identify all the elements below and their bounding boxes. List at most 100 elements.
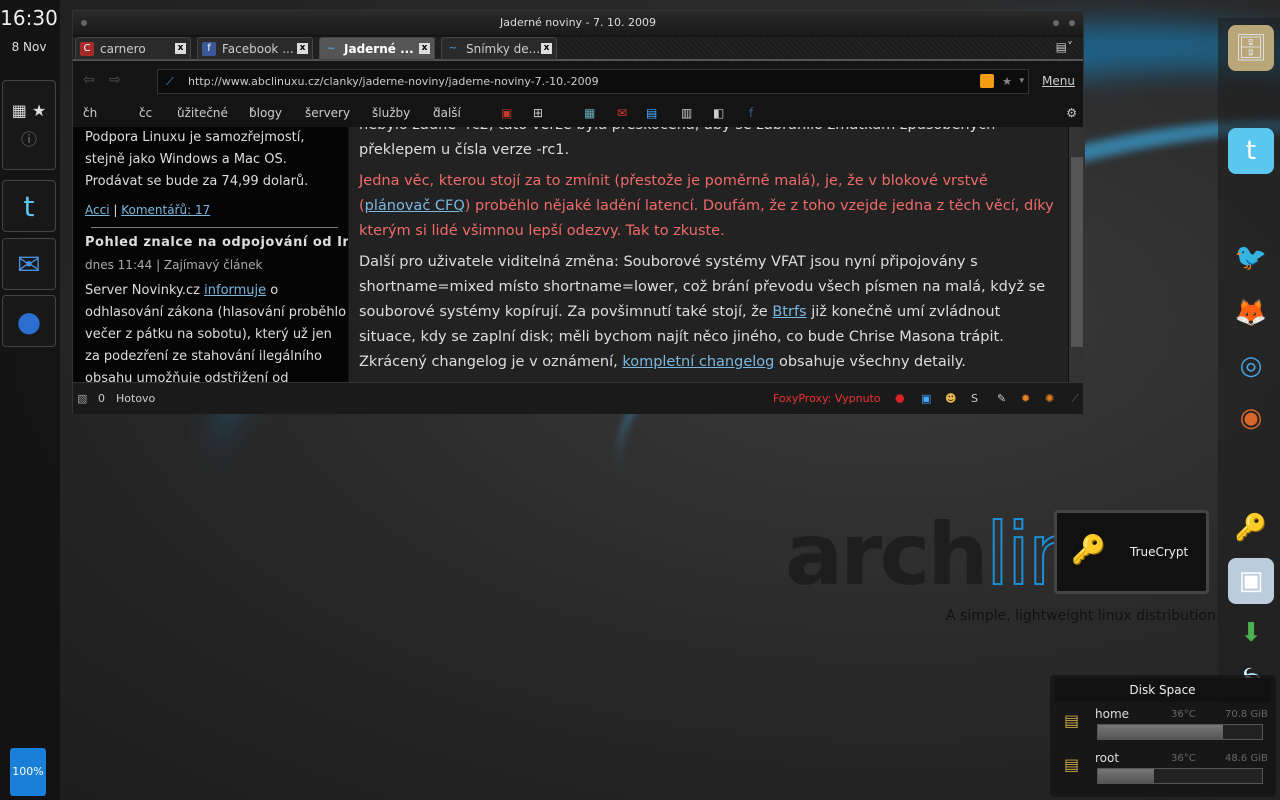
apps-icon[interactable]: ▦ ★ xyxy=(12,101,47,120)
bookmark-ch[interactable]: ch ˅ xyxy=(83,101,97,125)
url-text: http://www.abclinuxu.cz/clanky/jaderne-n… xyxy=(188,75,599,88)
tooltip-label: TrueCrypt xyxy=(1130,545,1189,559)
close-tab-icon[interactable]: x xyxy=(175,43,186,54)
pen-icon[interactable]: ✎ xyxy=(997,383,1006,415)
left-dock: 16:30 8 Nov ▦ ★ ⓘ t ✉ ● 100% xyxy=(0,0,60,800)
file-cabinet-icon[interactable]: 🗄 xyxy=(1228,25,1274,71)
close-tab-icon[interactable]: x xyxy=(297,43,308,54)
drive-size: 48.6 GiB xyxy=(1225,753,1268,764)
drive-icon: ▤ xyxy=(1064,755,1080,774)
launcher-group[interactable]: ▦ ★ ⓘ xyxy=(2,80,56,170)
battery-level: 100% xyxy=(12,765,44,778)
extension-icon[interactable]: ▣ xyxy=(921,383,931,415)
bookmark-sluzby[interactable]: služby ˅ xyxy=(372,101,410,125)
tab-facebook[interactable]: f Facebook ... x xyxy=(197,37,313,60)
page-content: Podpora Linuxu je samozřejmostí, stejně … xyxy=(73,127,1085,382)
rss-status-icon: ▧ xyxy=(77,392,88,405)
tab-label: Jaderné ... xyxy=(344,42,414,56)
s-extension-icon[interactable]: S xyxy=(971,383,978,415)
title-bar[interactable]: Jaderné noviny - 7. 10. 2009 xyxy=(73,11,1083,35)
author-link[interactable]: Acci xyxy=(85,203,110,217)
drive-name: home xyxy=(1095,707,1130,721)
news-heading[interactable]: Pohled znalce na odpojování od Internetu xyxy=(85,232,348,254)
bookmark-servery[interactable]: servery ˅ xyxy=(305,101,350,125)
drive-icon: ▤ xyxy=(1064,711,1080,730)
clock-date: 8 Nov xyxy=(11,40,47,54)
btrfs-link[interactable]: Btrfs xyxy=(772,304,806,320)
status-count: 0 xyxy=(98,392,105,405)
menu-button[interactable]: Menu xyxy=(1042,74,1075,88)
news-text: Podpora Linuxu je samozřejmostí, stejně … xyxy=(85,130,309,189)
battery-icon[interactable]: 100% xyxy=(10,748,46,796)
key-icon: 🔑 xyxy=(1071,533,1106,566)
informuje-link[interactable]: informuje xyxy=(204,283,266,298)
clock-time: 16:30 xyxy=(0,6,58,30)
close-tab-icon[interactable]: x xyxy=(419,43,430,54)
tab-jaderne-noviny[interactable]: ~ Jaderné ... x xyxy=(319,37,435,60)
twitter-icon[interactable]: t xyxy=(1228,128,1274,174)
ring-icon[interactable]: ◉ xyxy=(1228,395,1274,441)
twitter-icon[interactable]: t xyxy=(2,180,56,232)
comments-link[interactable]: Komentářů: 17 xyxy=(121,203,210,217)
docs-bookmark-icon[interactable]: ▤ xyxy=(646,101,657,125)
truecrypt-key-icon[interactable]: 🔑 xyxy=(1228,505,1274,551)
bookmark-cc[interactable]: cc ˅ xyxy=(139,101,152,125)
fox-icon[interactable]: 🦊 xyxy=(1228,290,1274,336)
tab-list-icon[interactable]: ▤˅ xyxy=(1056,40,1073,54)
settings-icon[interactable]: ⚙ xyxy=(1066,101,1077,125)
abclinuxu-icon: ~ xyxy=(448,43,458,54)
window-menu-button[interactable] xyxy=(81,20,87,26)
facebook-icon: f xyxy=(202,42,216,56)
article-paragraph: Další pro uživatele viditelná změna: Sou… xyxy=(359,254,1046,370)
gmail-bookmark-icon[interactable]: ✉ xyxy=(617,101,627,125)
facebook-bookmark-icon[interactable]: f xyxy=(749,101,753,125)
forward-button[interactable]: ⇨ xyxy=(109,72,121,88)
chrome-icon[interactable]: ◎ xyxy=(1228,343,1274,389)
scrollbar[interactable] xyxy=(1068,127,1085,382)
minimize-button[interactable] xyxy=(1053,20,1059,26)
delicious-bookmark-icon[interactable]: ◧ xyxy=(713,101,724,125)
url-dropdown-icon[interactable]: ▾ xyxy=(1019,70,1024,93)
foxyproxy-status[interactable]: FoxyProxy: Vypnuto xyxy=(773,383,881,415)
bug-icon[interactable]: ✺ xyxy=(1045,383,1054,415)
close-button[interactable] xyxy=(1069,20,1075,26)
firefox-icon[interactable]: ● xyxy=(2,295,56,347)
changelog-link[interactable]: kompletní changelog xyxy=(622,354,774,370)
thunderbird-icon[interactable]: ✉ xyxy=(2,238,56,290)
reader-bookmark-icon[interactable]: ▥ xyxy=(681,101,692,125)
tab-carnero[interactable]: Ccarnero x xyxy=(75,37,191,60)
bird-icon[interactable]: 🐦 xyxy=(1228,235,1274,281)
close-tab-icon[interactable]: x xyxy=(541,43,552,54)
firebug-icon[interactable]: ✹ xyxy=(1021,383,1030,415)
carnero-icon: C xyxy=(80,42,94,56)
back-button[interactable]: ⇦ xyxy=(83,72,95,88)
adblock-icon[interactable]: ⬣ xyxy=(895,383,905,415)
rss-icon[interactable] xyxy=(980,74,994,88)
windows-bookmark-icon[interactable]: ⊞ xyxy=(533,101,543,125)
resize-grip-icon[interactable]: ⟋ xyxy=(1071,383,1079,415)
greasemonkey-icon[interactable]: ☻ xyxy=(945,383,956,415)
drive-temp: 36°C xyxy=(1171,753,1196,764)
scrollbar-thumb[interactable] xyxy=(1071,157,1083,347)
cfq-link[interactable]: plánovač CFQ xyxy=(365,198,465,214)
site-icon: ⟋ xyxy=(166,75,174,88)
info-icon[interactable]: ⓘ xyxy=(21,126,37,150)
status-bar: ▧ 0 Hotovo FoxyProxy: Vypnuto ⬣ ▣ ☻ S ✎ … xyxy=(73,382,1083,414)
drive-name: root xyxy=(1095,751,1120,765)
bookmark-dalsi[interactable]: další ˅ xyxy=(433,101,461,125)
bookmark-blogy[interactable]: blogy ˅ xyxy=(249,101,282,125)
article-paragraph: nebylo žádné -rc2, tato verze byla přesk… xyxy=(359,127,995,158)
cube-icon[interactable]: ▣ xyxy=(1228,558,1274,604)
tab-label: carnero xyxy=(100,42,146,56)
news-sidebar: Podpora Linuxu je samozřejmostí, stejně … xyxy=(73,127,348,382)
bookmark-star-icon[interactable]: ★ xyxy=(1002,70,1012,93)
tab-snimky[interactable]: ~ Snímky de... x xyxy=(441,37,557,60)
truecrypt-tooltip: 🔑 TrueCrypt xyxy=(1054,510,1209,594)
url-bar[interactable]: ⟋ http://www.abclinuxu.cz/clanky/jaderne… xyxy=(157,69,1029,94)
calendar-bookmark-icon[interactable]: ▦ xyxy=(584,101,595,125)
tab-label: Facebook ... xyxy=(222,42,294,56)
carnero-bookmark-icon[interactable]: ▣ xyxy=(501,101,512,125)
bookmark-uzitecne[interactable]: užitečné ˅ xyxy=(177,101,228,125)
download-icon[interactable]: ⬇ xyxy=(1228,610,1274,656)
bookmarks-toolbar: ch ˅ cc ˅ užitečné ˅ blogy ˅ servery ˅ s… xyxy=(73,101,1083,125)
